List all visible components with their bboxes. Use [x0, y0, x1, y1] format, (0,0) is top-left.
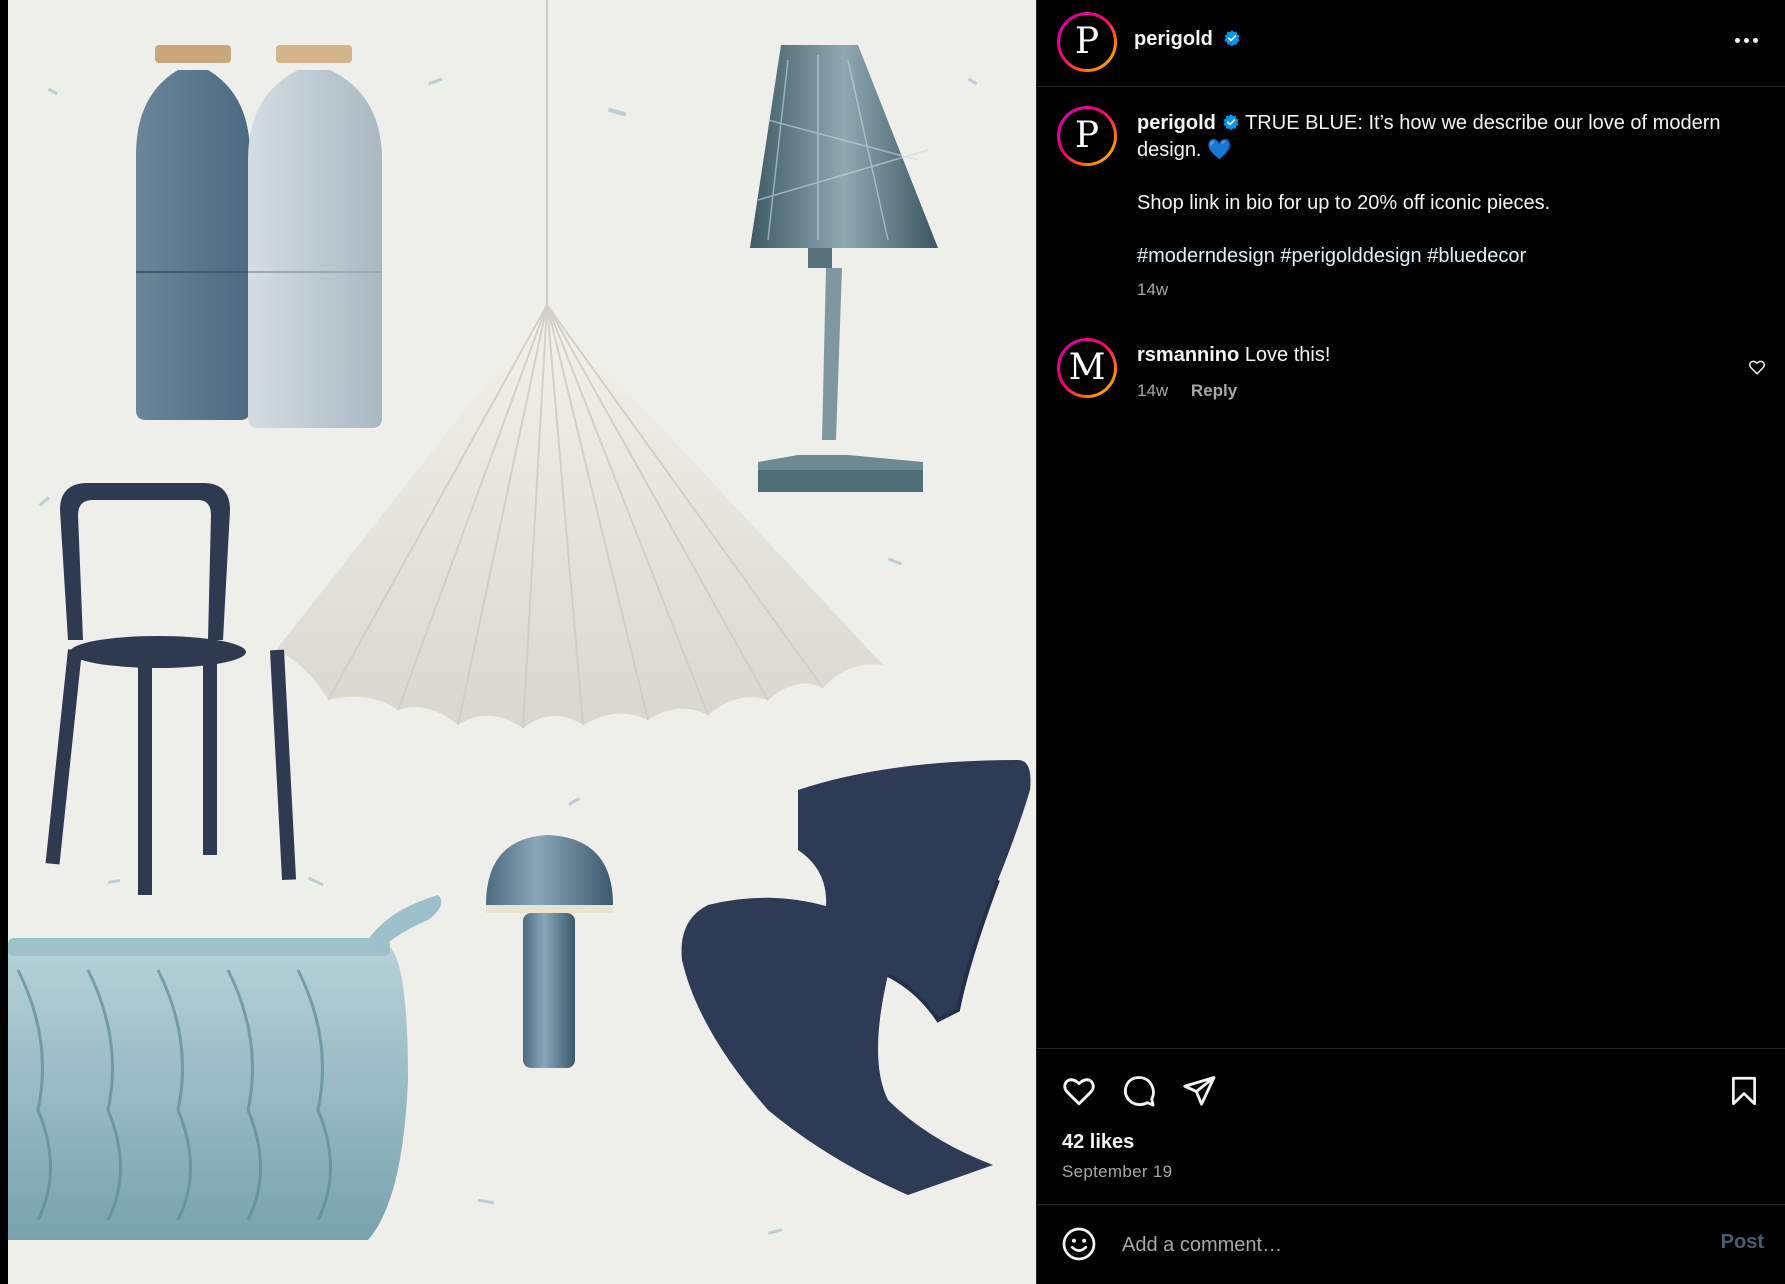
- caption-username[interactable]: perigold: [1137, 112, 1216, 134]
- comment-username[interactable]: rsmannino: [1137, 344, 1239, 366]
- post-header: P perigold: [1037, 0, 1785, 87]
- avatar-letter: M: [1060, 341, 1114, 395]
- avatar-letter: P: [1060, 109, 1114, 163]
- avatar-letter: P: [1060, 15, 1114, 69]
- caption-hashtags[interactable]: #moderndesign #perigolddesign #bluedecor: [1137, 243, 1757, 270]
- reply-button[interactable]: Reply: [1191, 381, 1237, 400]
- post-actions: 42 likes September 19: [1037, 1048, 1785, 1204]
- caption-line-2: Shop link in bio for up to 20% off iconi…: [1137, 192, 1551, 214]
- bookmark-icon[interactable]: [1727, 1073, 1761, 1109]
- likes-count[interactable]: 42 likes: [1062, 1131, 1134, 1154]
- caption-avatar[interactable]: P: [1057, 106, 1117, 166]
- glass-bowl: [8, 895, 442, 1240]
- emoji-icon[interactable]: [1061, 1226, 1097, 1262]
- more-options-icon[interactable]: [1733, 30, 1760, 48]
- pepper-mill-white: [248, 45, 382, 428]
- caption-timestamp: 14w: [1137, 280, 1169, 299]
- comment-text: Love this!: [1244, 344, 1331, 366]
- heart-icon[interactable]: [1061, 1073, 1097, 1109]
- comment-input[interactable]: [1120, 1227, 1684, 1263]
- caption-body: perigold TRUE BLUE: It’s how we describe…: [1137, 110, 1757, 164]
- post-image[interactable]: [8, 0, 1036, 1284]
- verified-badge-icon: [1224, 30, 1240, 47]
- post-date: September 19: [1062, 1162, 1173, 1181]
- avatar[interactable]: P: [1057, 12, 1117, 72]
- caption: perigold TRUE BLUE: It’s how we describe…: [1137, 110, 1757, 300]
- comment-avatar[interactable]: M: [1057, 338, 1117, 398]
- header-user: perigold: [1134, 28, 1241, 51]
- verified-badge-icon: [1223, 114, 1239, 131]
- username-link[interactable]: perigold: [1134, 28, 1213, 50]
- share-icon[interactable]: [1181, 1073, 1217, 1109]
- pepper-mill-blue: [136, 45, 250, 420]
- comment-timestamp: 14w: [1137, 381, 1169, 400]
- comment-like-heart-icon[interactable]: [1748, 358, 1766, 376]
- post-detail-panel: P perigold P perigold TRUE BLUE: It’s ho…: [1036, 0, 1785, 1284]
- comment-icon[interactable]: [1121, 1073, 1157, 1109]
- comment-item: rsmannino Love this! 14w Reply: [1137, 342, 1697, 401]
- add-comment-bar: Post: [1037, 1204, 1785, 1284]
- post-button[interactable]: Post: [1721, 1231, 1764, 1254]
